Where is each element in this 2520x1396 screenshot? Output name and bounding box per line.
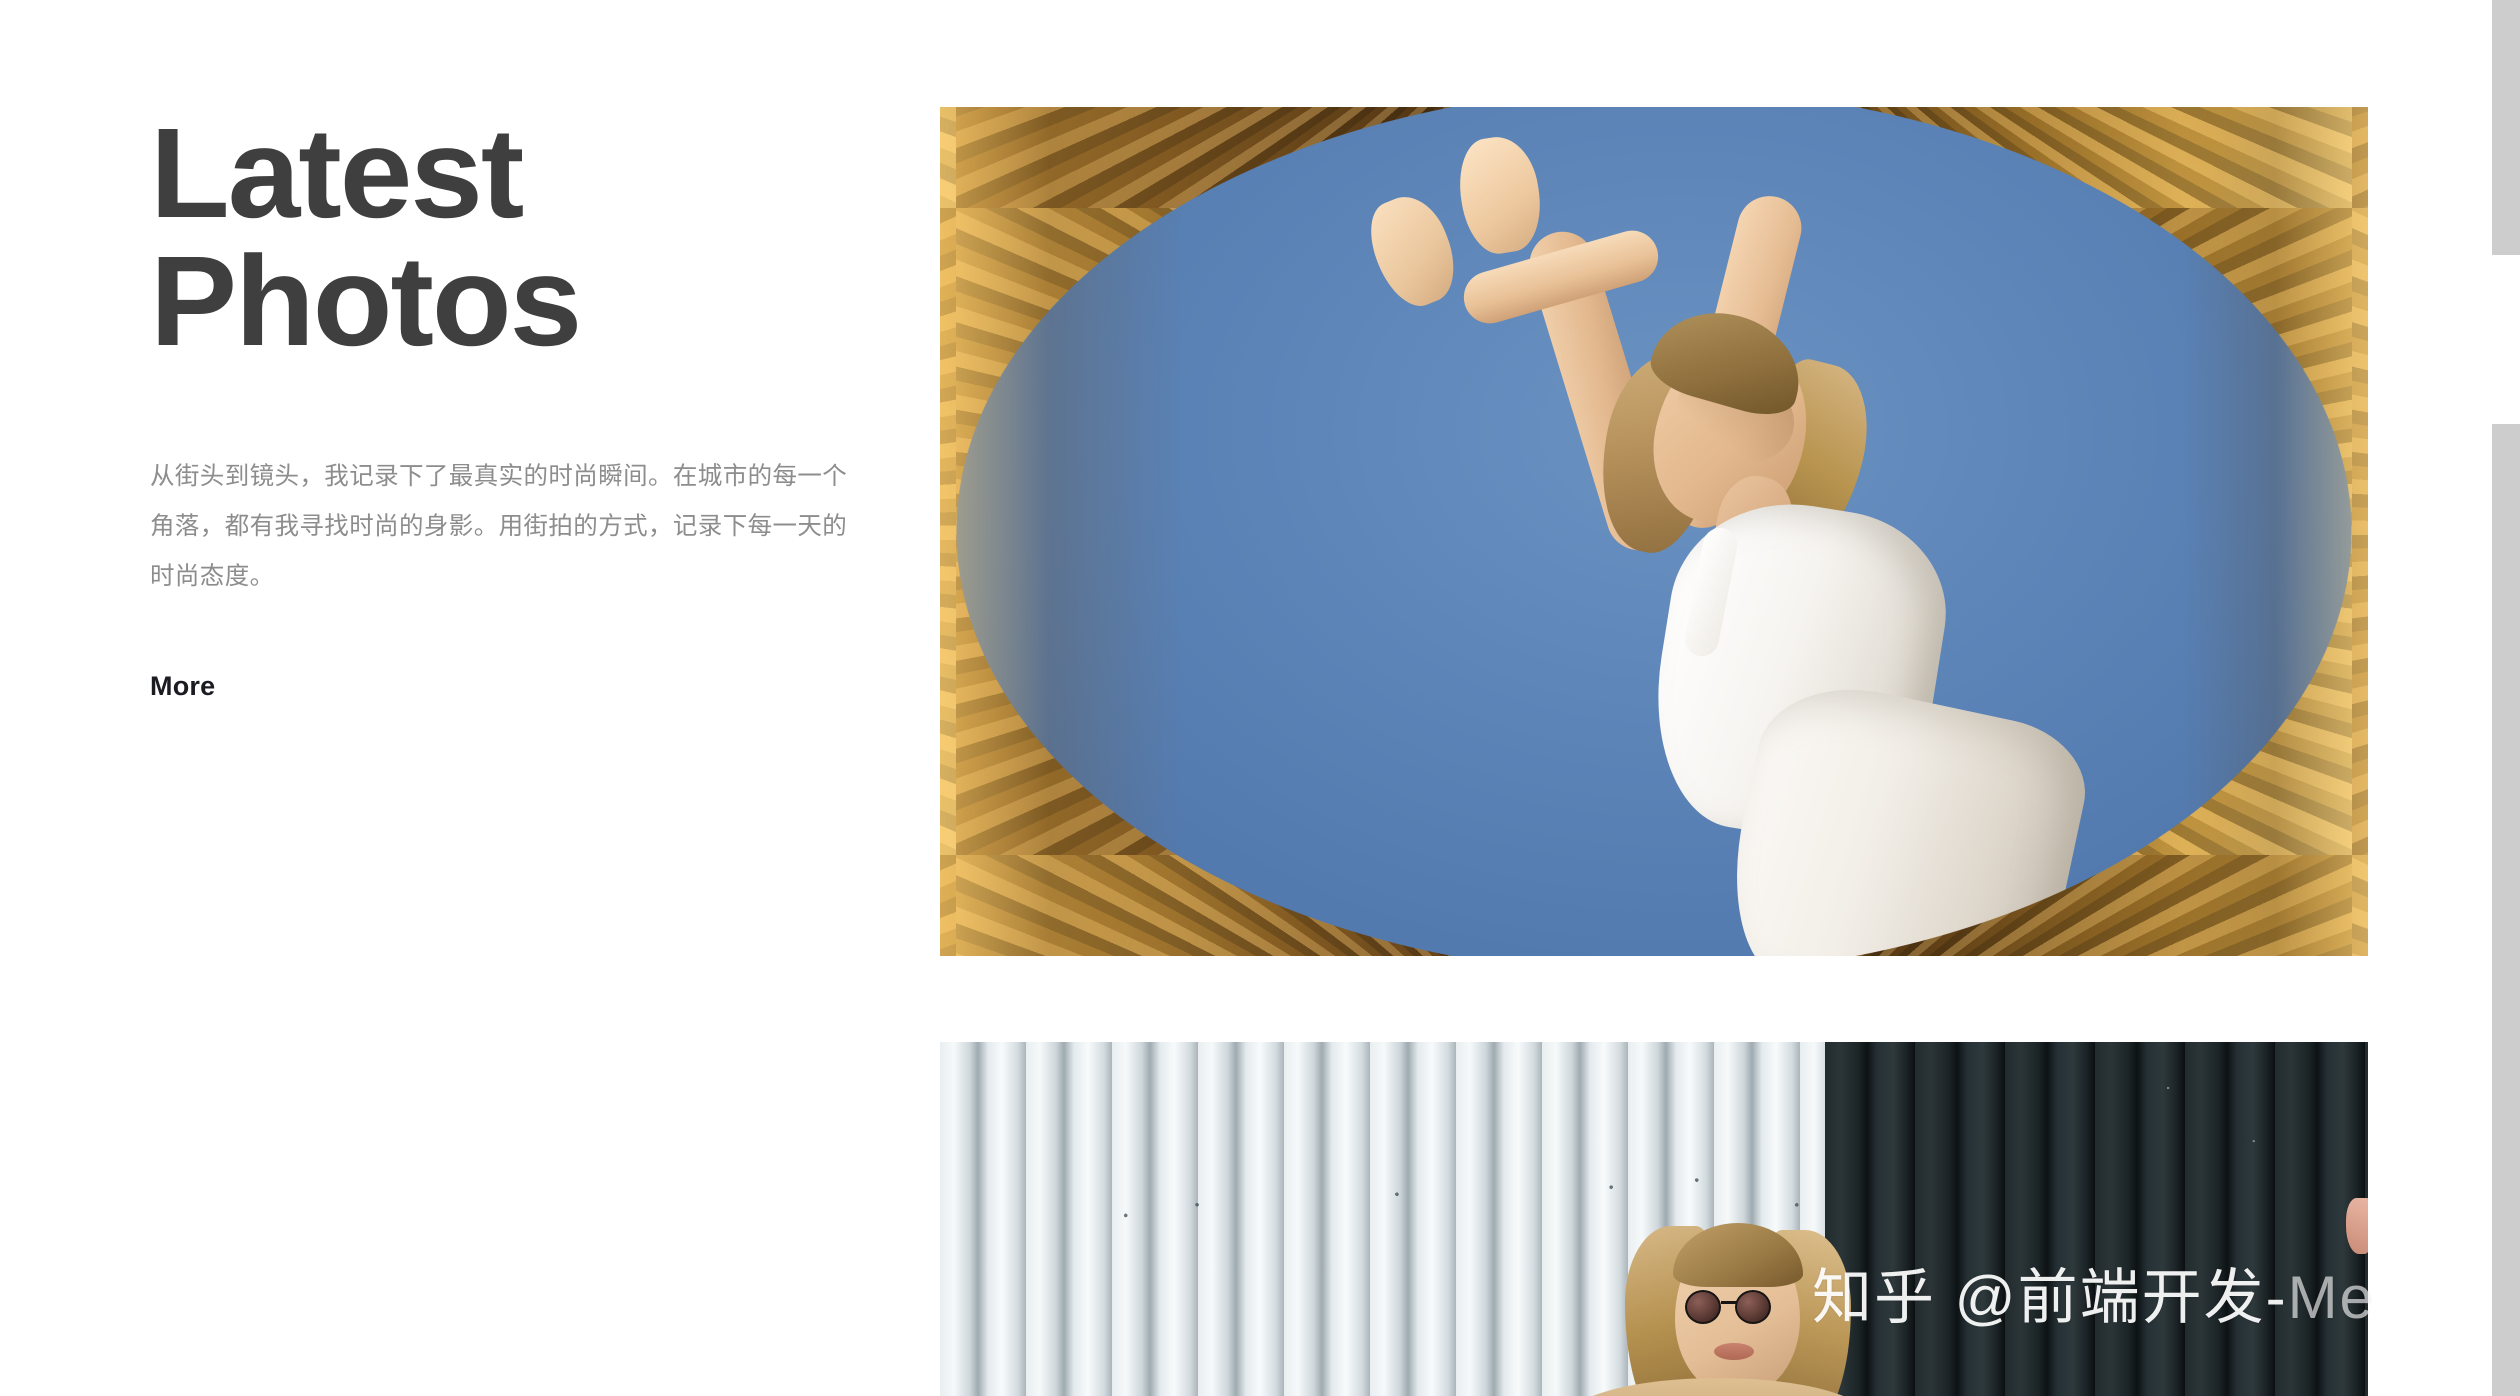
sunglasses-icon xyxy=(1683,1289,1805,1324)
photo2-edge-hand xyxy=(2346,1197,2368,1254)
scrollbar-track[interactable] xyxy=(2492,0,2520,1396)
photo2-lips xyxy=(1713,1342,1754,1360)
intro-section: Latest Photos 从街头到镜头，我记录下了最真实的时尚瞬间。在城市的每… xyxy=(150,110,870,702)
page-title: Latest Photos xyxy=(150,102,582,373)
scrollbar-thumb-lower[interactable] xyxy=(2492,424,2520,1396)
photo-gallery xyxy=(940,107,2368,1396)
sunglasses-bridge xyxy=(1720,1300,1737,1304)
gallery-photo-1[interactable] xyxy=(940,107,2368,956)
sunglasses-lens-right xyxy=(1734,1289,1771,1324)
more-link[interactable]: More xyxy=(150,671,215,702)
sunglasses-lens-left xyxy=(1684,1289,1721,1324)
intro-paragraph: 从街头到镜头，我记录下了最真实的时尚瞬间。在城市的每一个角落，都有我寻找时尚的身… xyxy=(150,463,848,591)
stone-arch-ring xyxy=(940,107,2368,956)
page-root: Latest Photos 从街头到镜头，我记录下了最真实的时尚瞬间。在城市的每… xyxy=(0,0,2520,1396)
gallery-photo-2[interactable] xyxy=(940,1042,2368,1396)
scrollbar-thumb-upper[interactable] xyxy=(2492,0,2520,255)
